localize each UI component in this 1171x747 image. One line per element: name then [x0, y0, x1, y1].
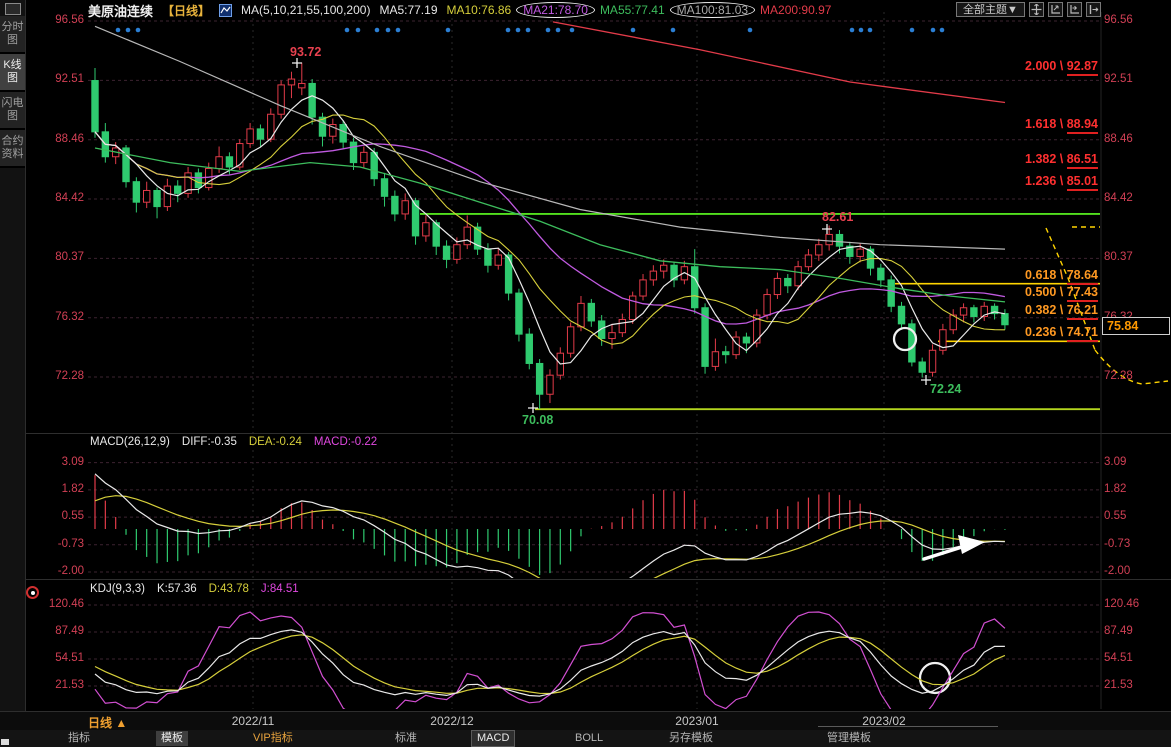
crosshair-icon[interactable]	[1029, 2, 1044, 17]
window-grid-icon[interactable]	[5, 3, 21, 15]
sidebar-item-kline-chart[interactable]: K线图	[0, 54, 25, 92]
tab-templates[interactable]: 模板	[156, 731, 188, 746]
all-themes-dropdown[interactable]: 全部主题▼	[956, 2, 1025, 17]
tab-indicators[interactable]: 指标	[63, 731, 95, 746]
kdj-k-value: K:57.36	[157, 583, 197, 595]
macd-title: MACD(26,12,9)	[90, 436, 170, 448]
sidebar-item-timeshare-chart[interactable]: 分时图	[0, 16, 25, 54]
tab-manage-templates[interactable]: 管理模板	[822, 731, 876, 746]
ma100-value-circled: MA100:81.03	[670, 2, 755, 18]
svg-text:70.08: 70.08	[522, 413, 553, 427]
exit-panel-icon[interactable]	[1086, 2, 1101, 17]
svg-text:72.24: 72.24	[930, 382, 961, 396]
period-selector[interactable]: 日线 ▲	[88, 714, 127, 731]
ma10-value: MA10:76.86	[447, 3, 512, 17]
symbol-title: 美原油连续	[88, 1, 153, 20]
macd-header: MACD(26,12,9) DIFF:-0.35 DEA:-0.24 MACD:…	[90, 436, 377, 448]
scale-axis-icon[interactable]	[1048, 2, 1063, 17]
macd-value: MACD:-0.22	[314, 436, 377, 448]
ma200-value: MA200:90.97	[760, 3, 831, 17]
ma-formula: MA(5,10,21,55,100,200)	[241, 3, 370, 17]
macd-dea-value: DEA:-0.24	[249, 436, 302, 448]
chart-canvas[interactable]: 93.72 82.61 70.08 72.24	[0, 0, 1171, 747]
top-toolbar: 全部主题▼	[956, 2, 1101, 17]
tab-standard[interactable]: 标准	[390, 731, 422, 746]
x-label: 2022/12	[430, 714, 473, 728]
x-label: 2023/01	[675, 714, 718, 728]
kdj-j-value: J:84.51	[261, 583, 299, 595]
indicator-target-icon[interactable]	[26, 586, 39, 599]
left-sidebar: 分时图 K线图 闪电图 合约资料	[0, 0, 26, 730]
x-label: 2022/11	[232, 714, 275, 728]
chart-header: 美原油连续 【日线】 MA(5,10,21,55,100,200) MA5:77…	[88, 2, 831, 18]
macd-diff-value: DIFF:-0.35	[182, 436, 237, 448]
ma55-value: MA55:77.41	[600, 3, 665, 17]
svg-text:93.72: 93.72	[290, 45, 321, 59]
x-scrollbar[interactable]	[818, 726, 998, 727]
ma5-value: MA5:77.19	[379, 3, 437, 17]
ma21-value-circled: MA21:78.70	[516, 2, 595, 18]
kdj-header: KDJ(9,3,3) K:57.36 D:43.78 J:84.51	[90, 583, 299, 595]
kdj-d-value: D:43.78	[209, 583, 249, 595]
kline-chart-icon[interactable]	[219, 4, 232, 17]
svg-text:82.61: 82.61	[822, 210, 853, 224]
date-axis: 日线 ▲ 2022/11 2022/12 2023/01 2023/02	[0, 711, 1171, 731]
tab-vip-indicators[interactable]: VIP指标	[248, 731, 298, 746]
resize-grip[interactable]	[1, 739, 9, 745]
tab-save-template[interactable]: 另存模板	[664, 731, 718, 746]
sidebar-item-contract-info[interactable]: 合约资料	[0, 130, 25, 168]
kdj-title: KDJ(9,3,3)	[90, 583, 145, 595]
tab-macd[interactable]: MACD	[472, 731, 514, 746]
bottom-tabbar: 指标 模板 VIP指标 标准 MACD BOLL 另存模板 管理模板	[0, 730, 1171, 747]
move-axis-icon[interactable]	[1067, 2, 1082, 17]
sidebar-item-lightning-chart[interactable]: 闪电图	[0, 92, 25, 130]
period-tag: 【日线】	[162, 2, 210, 19]
tab-boll[interactable]: BOLL	[570, 731, 608, 746]
current-price-badge: 75.84	[1102, 317, 1170, 335]
